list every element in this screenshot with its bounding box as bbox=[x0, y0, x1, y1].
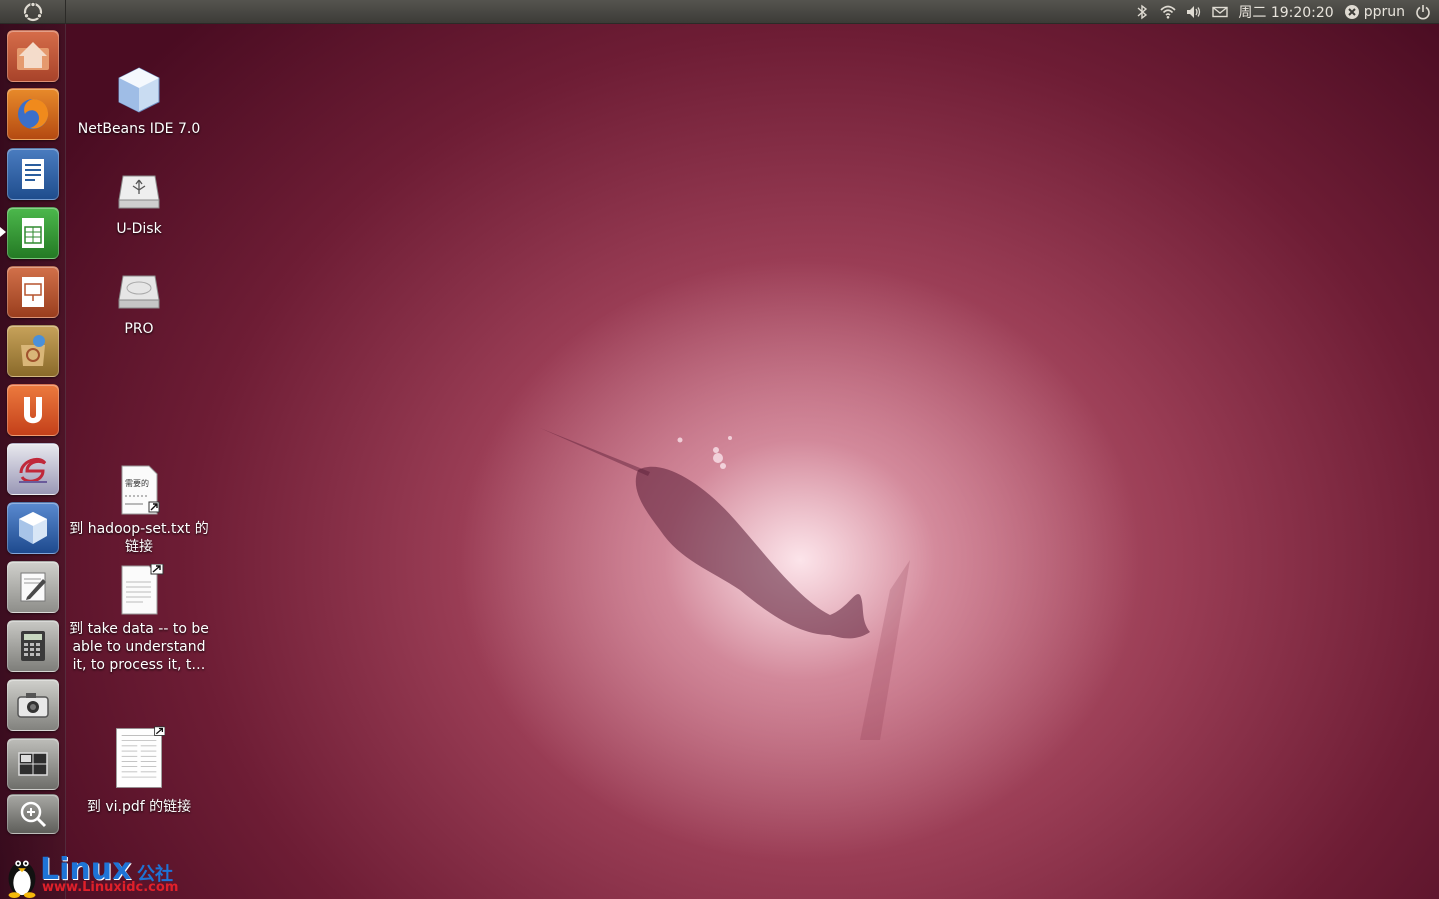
document-link-icon bbox=[113, 564, 165, 616]
launcher-netbeans[interactable] bbox=[7, 502, 59, 554]
desktop-icon-label: 到 vi.pdf 的链接 bbox=[86, 799, 192, 815]
software-center-icon bbox=[21, 335, 45, 366]
launcher-impress[interactable] bbox=[7, 266, 59, 318]
desktop-icon-label: PRO bbox=[124, 321, 154, 337]
user-name: pprun bbox=[1363, 3, 1405, 20]
launcher-screenshot[interactable] bbox=[7, 679, 59, 731]
indicator-area: 周二 19:20:20 pprun bbox=[1134, 0, 1439, 24]
ubuntu-logo-icon bbox=[23, 1, 42, 21]
desktop-icon-label: U-Disk bbox=[116, 221, 162, 237]
firefox-icon bbox=[18, 99, 49, 129]
calculator-icon bbox=[21, 631, 45, 661]
watermark-logo: Linux 公社 www.Linuxidc.com bbox=[0, 848, 200, 899]
top-panel: 周二 19:20:20 pprun bbox=[0, 0, 1439, 24]
bluetooth-icon[interactable] bbox=[1134, 0, 1150, 24]
desktop-icon-label: 到 hadoop-set.txt 的链接 bbox=[69, 521, 209, 555]
text-editor-icon bbox=[20, 572, 46, 602]
launcher bbox=[0, 24, 66, 899]
writer-icon bbox=[22, 159, 44, 189]
running-indicator bbox=[0, 227, 6, 237]
dash-home-button[interactable] bbox=[0, 0, 66, 24]
eclipse-icon bbox=[19, 457, 47, 483]
launcher-ubuntu-one[interactable] bbox=[7, 384, 59, 436]
desktop-icon-label: NetBeans IDE 7.0 bbox=[77, 121, 201, 137]
session-user-indicator[interactable]: pprun bbox=[1344, 0, 1405, 24]
clock[interactable]: 周二 19:20:20 bbox=[1238, 0, 1333, 24]
workspace-icon bbox=[18, 752, 48, 776]
desktop-icon-u-disk[interactable]: U-Disk bbox=[69, 164, 209, 238]
ubuntu-one-icon bbox=[24, 397, 42, 424]
power-icon[interactable] bbox=[1415, 0, 1431, 24]
wifi-icon[interactable] bbox=[1160, 0, 1176, 24]
tux-penguin-icon bbox=[8, 860, 36, 898]
launcher-writer[interactable] bbox=[7, 148, 59, 200]
mail-icon[interactable] bbox=[1212, 0, 1229, 24]
desktop-icon-pro[interactable]: PRO bbox=[69, 264, 209, 338]
launcher-dash-search[interactable] bbox=[7, 794, 59, 834]
session-icon bbox=[1344, 4, 1359, 19]
launcher-software-center[interactable] bbox=[7, 325, 59, 377]
launcher-workspace-switcher[interactable] bbox=[7, 738, 59, 790]
camera-icon bbox=[17, 693, 49, 718]
hard-drive-icon bbox=[113, 264, 165, 316]
desktop-icon-label: 到 take data -- to be able to understand … bbox=[69, 621, 209, 673]
magnifier-icon bbox=[20, 801, 47, 828]
launcher-eclipse[interactable] bbox=[7, 443, 59, 495]
desktop-icon-netbeans[interactable]: NetBeans IDE 7.0 bbox=[69, 64, 209, 138]
desktop-icon-vi-pdf-link[interactable]: 到 vi.pdf 的链接 bbox=[69, 722, 209, 816]
text-file-link-icon: 需要的 bbox=[113, 464, 165, 516]
usb-drive-icon bbox=[113, 164, 165, 216]
launcher-home-folder[interactable] bbox=[7, 30, 59, 82]
netbeans-cube-icon bbox=[113, 64, 165, 116]
desktop-icon-hadoop-link[interactable]: 需要的 到 hadoop-set.txt 的链接 bbox=[69, 464, 209, 556]
calc-icon bbox=[22, 218, 44, 248]
file-thumb-text: 需要的 bbox=[125, 478, 149, 488]
wallpaper-narwhal bbox=[540, 428, 910, 740]
launcher-calc[interactable] bbox=[7, 207, 59, 259]
launcher-firefox[interactable] bbox=[7, 88, 59, 140]
launcher-text-editor[interactable] bbox=[7, 561, 59, 613]
pdf-link-icon bbox=[113, 722, 165, 794]
home-folder-icon bbox=[17, 42, 49, 70]
impress-icon bbox=[22, 277, 44, 307]
netbeans-icon bbox=[19, 512, 47, 544]
volume-icon[interactable] bbox=[1186, 0, 1202, 24]
launcher-calculator[interactable] bbox=[7, 620, 59, 672]
desktop-icon-take-data-link[interactable]: 到 take data -- to be able to understand … bbox=[69, 564, 209, 674]
watermark-url: www.Linuxidc.com bbox=[42, 880, 179, 895]
